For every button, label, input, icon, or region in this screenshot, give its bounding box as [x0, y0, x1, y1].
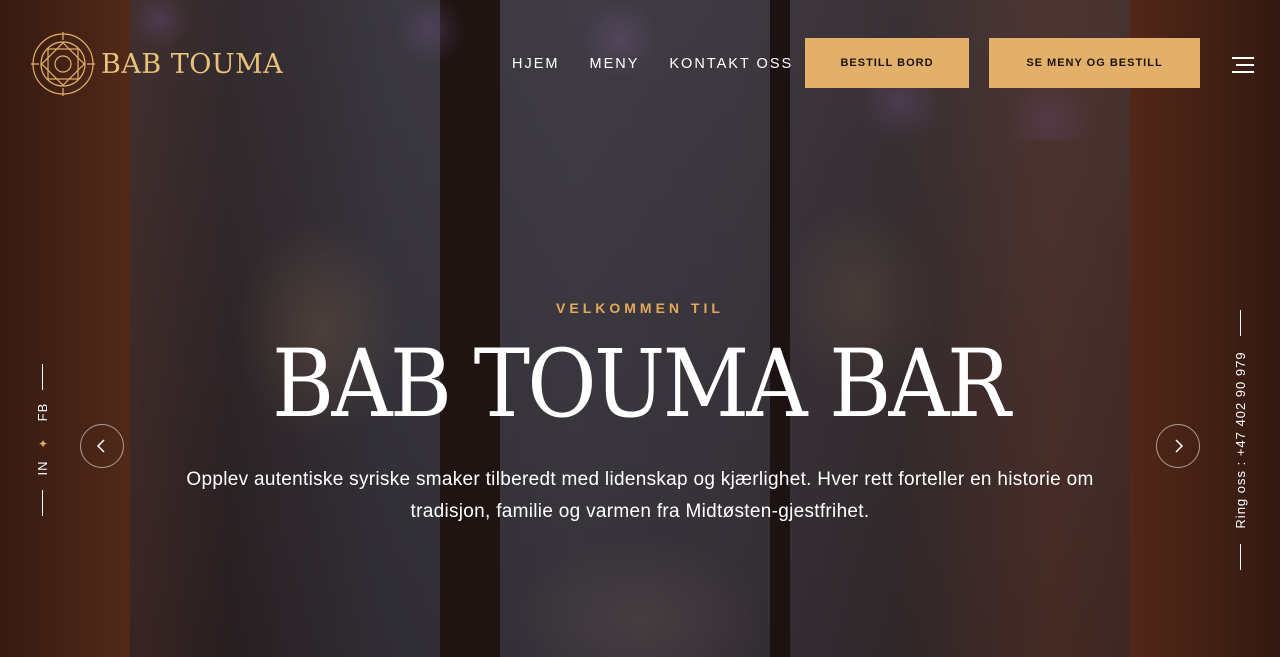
hamburger-line	[1232, 57, 1254, 59]
next-slide-button[interactable]	[1156, 424, 1200, 468]
chevron-left-icon	[96, 439, 105, 453]
hero-description: Opplev autentiske syriske smaker tilbere…	[186, 469, 1094, 522]
ornament-logo-icon	[31, 32, 95, 96]
divider-line	[42, 490, 43, 516]
prev-slide-button[interactable]	[80, 424, 124, 468]
nav-item-contact[interactable]: KONTAKT OSS	[669, 55, 793, 73]
logo-text: BAB TOUMA	[101, 48, 284, 80]
nav-item-menu[interactable]: MENY	[589, 55, 639, 73]
hamburger-icon[interactable]	[1230, 57, 1254, 73]
site-logo[interactable]: BAB TOUMA	[29, 28, 283, 100]
divider-line	[1240, 310, 1241, 336]
hamburger-line	[1232, 71, 1254, 73]
chevron-right-icon	[1175, 439, 1184, 453]
star-icon: ✦	[37, 437, 49, 451]
hero-section: BAB TOUMA HJEM MENY KONTAKT OSS BESTILL …	[0, 0, 1280, 657]
nav-item-home[interactable]: HJEM	[512, 55, 559, 73]
phone-contact: Ring oss : +47 402 90 979	[1228, 308, 1254, 572]
view-menu-order-button[interactable]: SE MENY OG BESTILL	[989, 38, 1200, 88]
social-links: FB ✦ IN	[30, 360, 56, 520]
hero-eyebrow: VELKOMMEN TIL	[556, 300, 724, 316]
divider-line	[1240, 544, 1241, 570]
facebook-link[interactable]: FB	[33, 399, 53, 425]
main-nav: HJEM MENY KONTAKT OSS	[512, 55, 823, 73]
hamburger-line	[1236, 64, 1254, 66]
hero-title: BAB TOUMA BAR	[272, 330, 1011, 439]
phone-number-link[interactable]: Ring oss : +47 402 90 979	[1231, 345, 1251, 535]
divider-line	[42, 364, 43, 390]
book-table-button[interactable]: BESTILL BORD	[805, 38, 969, 88]
instagram-link[interactable]: IN	[33, 455, 53, 481]
